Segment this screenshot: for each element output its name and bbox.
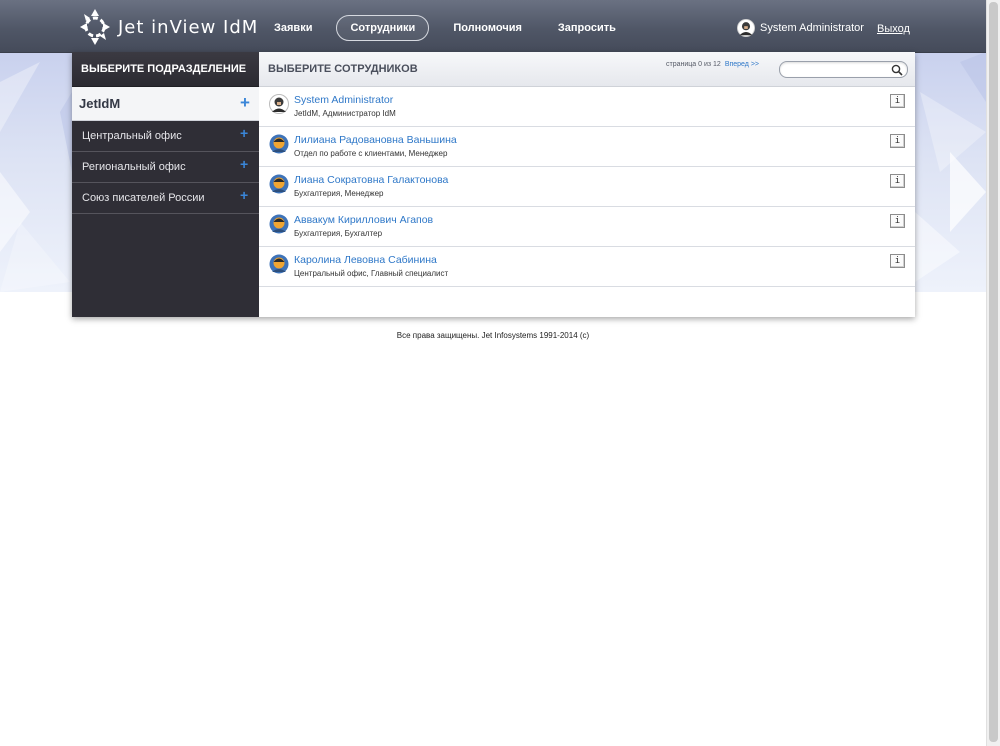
employee-name-link[interactable]: Каролина Левовна Сабинина [294, 254, 437, 266]
expand-plus-icon[interactable]: + [240, 93, 250, 113]
info-button[interactable]: i [890, 254, 905, 268]
nav-request-access[interactable]: Запросить [546, 15, 628, 41]
pager-next-link[interactable]: Вперед >> [725, 61, 759, 68]
info-button[interactable]: i [890, 134, 905, 148]
employee-row[interactable]: Аввакум Кириллович Агапов Бухгалтерия, Б… [259, 207, 915, 247]
scrollbar-thumb[interactable] [989, 2, 998, 742]
admin-avatar-icon [269, 94, 289, 114]
sidebar-root-item[interactable]: JetIdM + [72, 87, 259, 121]
sidebar-title: ВЫБЕРИТЕ ПОДРАЗДЕЛЕНИЕ [72, 52, 259, 87]
user-avatar-icon [269, 174, 289, 194]
employee-details: Отдел по работе с клиентами, Менеджер [294, 149, 448, 158]
nav-requests[interactable]: Заявки [262, 15, 324, 41]
pager: страница 0 из 12 Вперед >> [666, 61, 759, 68]
nav-permissions[interactable]: Полномочия [441, 15, 534, 41]
info-button[interactable]: i [890, 214, 905, 228]
user-avatar-icon [737, 19, 755, 37]
info-button[interactable]: i [890, 94, 905, 108]
search-input[interactable] [786, 63, 890, 77]
user-avatar-icon [269, 214, 289, 234]
employee-details: Бухгалтерия, Менеджер [294, 189, 384, 198]
employee-name-link[interactable]: Лилиана Радовановна Ваньшина [294, 134, 457, 146]
pager-text: страница 0 из 12 [666, 61, 721, 68]
footer-copyright: Все права защищены. Jet Infosystems 1991… [396, 331, 590, 340]
employee-details: Центральный офис, Главный специалист [294, 269, 449, 278]
brand-name: Jet inView IdM [118, 16, 259, 38]
employee-details: JetIdM, Администратор IdM [294, 109, 396, 118]
employee-row[interactable]: Каролина Левовна Сабинина Центральный оф… [259, 247, 915, 287]
employee-row[interactable]: Лилиана Радовановна Ваньшина Отдел по ра… [259, 127, 915, 167]
user-avatar-icon [269, 134, 289, 154]
sidebar-item-label: Центральный офис [82, 130, 182, 142]
sidebar-root-label: JetIdM [79, 96, 121, 111]
info-button[interactable]: i [890, 174, 905, 188]
sidebar-item-writers-union[interactable]: Союз писателей России + [72, 183, 259, 214]
employee-row[interactable]: Лиана Сократовна Галактонова Бухгалтерия… [259, 167, 915, 207]
main-panel: ВЫБЕРИТЕ ПОДРАЗДЕЛЕНИЕ JetIdM + Централь… [72, 52, 915, 317]
employee-name-link[interactable]: Аввакум Кириллович Агапов [294, 214, 433, 226]
employee-details: Бухгалтерия, Бухгалтер [294, 229, 383, 238]
logout-link[interactable]: Выход [877, 23, 910, 35]
employee-name-link[interactable]: Лиана Сократовна Галактонова [294, 174, 448, 186]
sidebar-item-central-office[interactable]: Центральный офис + [72, 121, 259, 152]
content-header: ВЫБЕРИТЕ СОТРУДНИКОВ страница 0 из 12 Впе… [259, 52, 915, 87]
employee-row[interactable]: System Administrator JetIdM, Администрат… [259, 87, 915, 127]
current-user[interactable]: System Administrator [737, 19, 864, 37]
logo-emblem-icon [80, 9, 110, 45]
nav-employees[interactable]: Сотрудники [336, 15, 430, 41]
employee-name-link[interactable]: System Administrator [294, 94, 393, 106]
main-nav: Заявки Сотрудники Полномочия Запросить [262, 15, 640, 41]
sidebar-item-label: Региональный офис [82, 161, 186, 173]
user-avatar-icon [269, 254, 289, 274]
expand-plus-icon[interactable]: + [240, 156, 248, 172]
search-box [779, 61, 908, 78]
user-name: System Administrator [760, 22, 864, 34]
top-header: Jet inView IdM Заявки Сотрудники Полномо… [0, 0, 986, 53]
sidebar-item-regional-office[interactable]: Региональный офис + [72, 152, 259, 183]
employee-content: ВЫБЕРИТЕ СОТРУДНИКОВ страница 0 из 12 Впе… [259, 52, 915, 317]
expand-plus-icon[interactable]: + [240, 125, 248, 141]
expand-plus-icon[interactable]: + [240, 187, 248, 203]
vertical-scrollbar[interactable] [986, 0, 1000, 746]
search-icon[interactable] [890, 63, 904, 77]
content-title: ВЫБЕРИТЕ СОТРУДНИКОВ [268, 63, 418, 75]
brand-logo[interactable]: Jet inView IdM [80, 8, 258, 46]
sidebar-item-label: Союз писателей России [82, 192, 205, 204]
department-sidebar: ВЫБЕРИТЕ ПОДРАЗДЕЛЕНИЕ JetIdM + Централь… [72, 52, 259, 317]
